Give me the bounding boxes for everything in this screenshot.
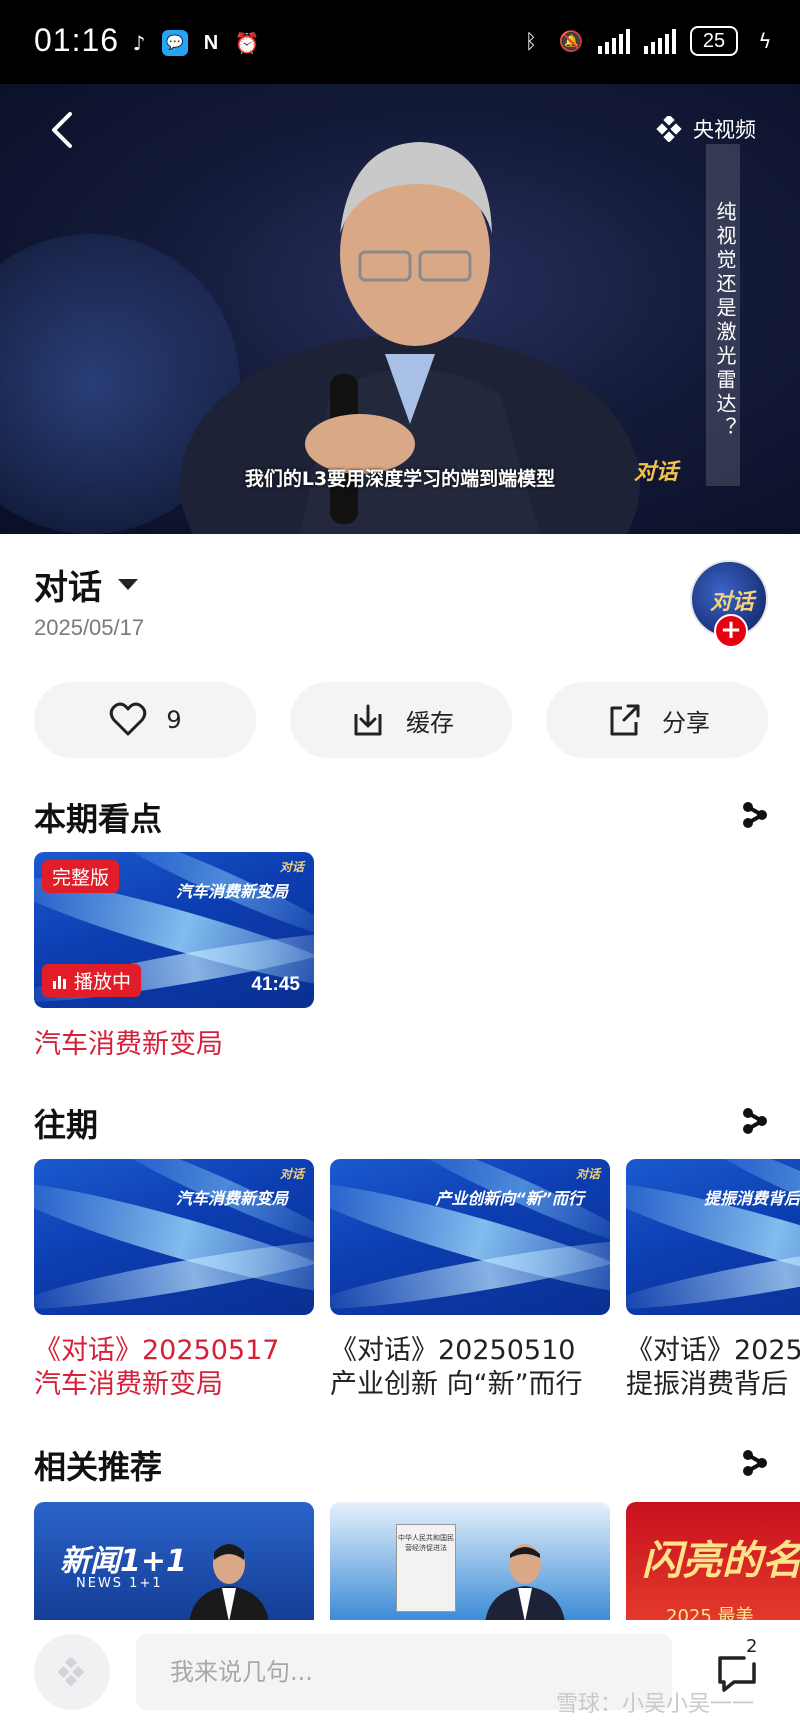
- recommend-thumb-sub: NEWS 1+1: [76, 1576, 163, 1591]
- playing-label: 播放中: [74, 971, 132, 993]
- tiktok-icon: ♪: [132, 31, 146, 55]
- message-icon: 💬: [162, 30, 188, 56]
- cctv-logo-icon: [656, 116, 682, 142]
- more-arrow-icon[interactable]: [740, 1106, 770, 1136]
- status-time: 01:16: [34, 22, 120, 58]
- playing-badge: 播放中: [42, 964, 142, 997]
- recommend-thumbnail[interactable]: 新闻1+1 NEWS 1+1: [34, 1502, 314, 1622]
- signal-2-icon: [644, 28, 676, 54]
- more-arrow-icon[interactable]: [740, 800, 770, 830]
- alarm-icon: ⏰: [234, 31, 260, 55]
- download-icon: [354, 704, 382, 736]
- user-avatar[interactable]: [34, 1634, 110, 1710]
- watermark: 雪球：小吴小吴一一: [556, 1692, 755, 1717]
- full-version-badge: 完整版: [42, 860, 120, 893]
- channel-avatar[interactable]: 对话 +: [690, 560, 768, 648]
- like-count: 9: [166, 706, 182, 734]
- cctv-logo-icon: [57, 1658, 85, 1686]
- charging-icon: ϟ: [758, 29, 772, 53]
- past-episode-thumbnail[interactable]: 汽车消费新变局 对话: [34, 1159, 314, 1315]
- recommend-thumbnail[interactable]: 中华人民共和国民营经济促进法: [330, 1502, 610, 1622]
- cache-button[interactable]: 缓存: [290, 682, 512, 758]
- thumb-caption: 提振消费背后: [704, 1189, 800, 1208]
- follow-plus-icon[interactable]: +: [714, 614, 748, 648]
- law-book-text: 中华人民共和国民营经济促进法: [398, 1534, 454, 1552]
- past-episode-title[interactable]: 《对话》20250517: [34, 1334, 279, 1368]
- battery-icon: 25: [690, 26, 738, 56]
- recommend-heading: 相关推荐: [34, 1448, 163, 1486]
- highlights-heading: 本期看点: [34, 800, 163, 838]
- law-book-image: 中华人民共和国民营经济促进法: [396, 1524, 456, 1612]
- share-label: 分享: [662, 708, 710, 737]
- video-player[interactable]: 央视频 纯视觉还是激光雷达？ 对话 我们的L3要用深度学习的端到端模型: [0, 84, 800, 534]
- more-arrow-icon[interactable]: [740, 1448, 770, 1478]
- anchor-figure: [485, 1544, 565, 1622]
- past-episode-subtitle[interactable]: 汽车消费新变局: [34, 1368, 223, 1402]
- comment-count: 2: [746, 1636, 758, 1657]
- past-episode-clip: 提振消费背后 《对话》2025 提振消费背后: [626, 1159, 800, 1419]
- recommend-thumb-sub: 2025 最美: [666, 1606, 754, 1622]
- chevron-down-icon[interactable]: [118, 579, 138, 590]
- recommend-thumbnail[interactable]: 闪亮的名 2025 最美: [626, 1502, 800, 1622]
- past-episode-title[interactable]: 《对话》20250510: [330, 1334, 575, 1368]
- video-subtitle: 我们的L3要用深度学习的端到端模型: [244, 468, 556, 490]
- past-episode-thumbnail[interactable]: 产业创新向“新”而行 对话: [330, 1159, 610, 1315]
- thumb-caption: 产业创新向“新”而行: [435, 1189, 584, 1208]
- highlight-title[interactable]: 汽车消费新变局: [34, 1028, 223, 1062]
- thumb-caption: 汽车消费新变局: [175, 882, 288, 901]
- equalizer-icon: [53, 975, 66, 989]
- signal-icon: [598, 28, 630, 54]
- highlight-thumbnail[interactable]: 汽车消费新变局 对话 完整版 播放中 41:45: [34, 852, 314, 1008]
- past-episode-title[interactable]: 《对话》2025: [626, 1334, 800, 1368]
- heart-icon: [110, 702, 147, 736]
- share-icon: [610, 704, 640, 736]
- program-title-row[interactable]: 对话: [34, 560, 138, 609]
- past-episode-subtitle[interactable]: 产业创新 向“新”而行: [330, 1368, 583, 1402]
- thumb-caption: 汽车消费新变局: [175, 1189, 288, 1208]
- nfc-icon: N: [203, 31, 219, 54]
- video-duration: 41:45: [251, 974, 300, 995]
- channel-logo-text: 央视频: [693, 118, 756, 142]
- bluetooth-icon: ᛒ: [525, 29, 537, 53]
- recommend-thumb-text: 新闻1+1: [60, 1544, 187, 1579]
- thumb-logo: 对话: [279, 860, 304, 874]
- status-bar: 01:16 ♪ 💬 N ⏰ ᛒ 🔕 25 ϟ: [0, 0, 800, 84]
- video-vertical-title: 纯视觉还是激光雷达？: [706, 144, 740, 486]
- mute-icon: 🔕: [558, 29, 584, 53]
- thumb-logo: 对话: [575, 1167, 600, 1181]
- share-button[interactable]: 分享: [546, 682, 768, 758]
- past-episode-subtitle[interactable]: 提振消费背后: [626, 1368, 788, 1402]
- avatar-text: 对话: [710, 590, 755, 615]
- action-buttons: 9 缓存 分享: [34, 682, 768, 758]
- recommend-thumb-text: 闪亮的名: [642, 1538, 800, 1584]
- anchor-figure: [189, 1544, 269, 1622]
- channel-logo: 央视频: [655, 114, 756, 144]
- past-episode-thumbnail[interactable]: 提振消费背后: [626, 1159, 800, 1315]
- back-arrow-icon[interactable]: [44, 110, 84, 150]
- thumb-logo: 对话: [279, 1167, 304, 1181]
- cache-label: 缓存: [406, 708, 454, 737]
- system-icons: ᛒ 🔕 25 ϟ: [518, 26, 778, 56]
- program-date: 2025/05/17: [34, 615, 145, 640]
- notification-icons: ♪ 💬 N ⏰: [126, 30, 260, 56]
- like-button[interactable]: 9: [34, 682, 256, 758]
- program-title: 对话: [34, 568, 102, 608]
- past-heading: 往期: [34, 1106, 99, 1144]
